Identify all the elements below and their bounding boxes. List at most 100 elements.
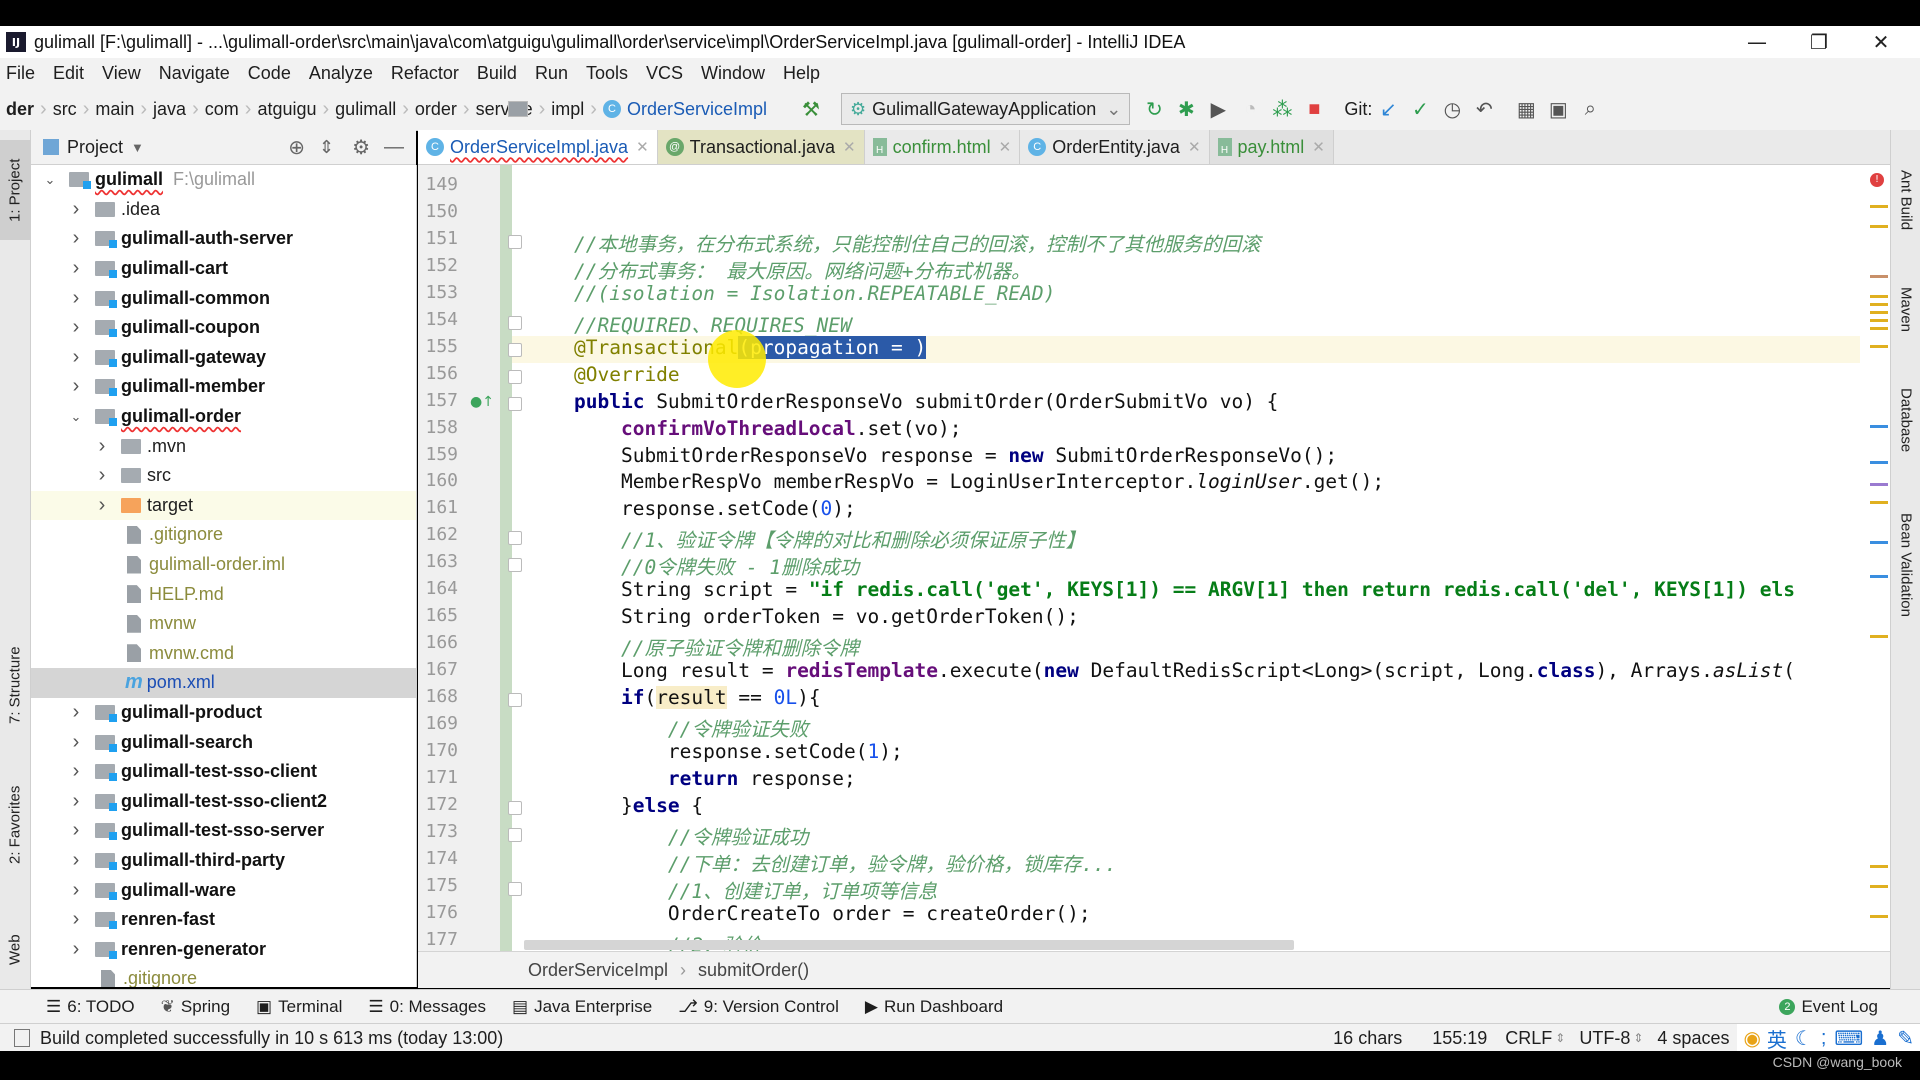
- line-number[interactable]: 151: [418, 228, 458, 249]
- menu-tools[interactable]: Tools: [577, 63, 637, 84]
- nav-crumb-impl[interactable]: impl: [508, 99, 590, 120]
- line-number[interactable]: 165: [418, 605, 458, 626]
- error-stripe-mark[interactable]: [1870, 635, 1888, 638]
- tree-item[interactable]: › gulimall-member: [31, 372, 416, 402]
- code-line[interactable]: String script = "if redis.call('get', KE…: [574, 578, 1795, 601]
- locate-file-icon[interactable]: ⊕: [288, 135, 305, 160]
- error-stripe-mark[interactable]: [1870, 225, 1888, 228]
- code-line[interactable]: MemberRespVo memberRespVo = LoginUserInt…: [574, 470, 1384, 493]
- code-line[interactable]: //0令牌失败 - 1删除成功: [574, 551, 859, 580]
- error-stripe-mark[interactable]: [1870, 865, 1888, 868]
- attach-debugger-icon[interactable]: ⁂: [1266, 97, 1298, 122]
- tree-item[interactable]: › gulimall-search: [31, 727, 416, 757]
- menu-edit[interactable]: Edit: [44, 63, 93, 84]
- fold-marker-icon[interactable]: [508, 234, 522, 249]
- fold-marker-icon[interactable]: [508, 369, 522, 384]
- menu-help[interactable]: Help: [774, 63, 829, 84]
- fold-marker-icon[interactable]: [508, 315, 522, 330]
- code-line[interactable]: Long result = redisTemplate.execute(new …: [574, 659, 1795, 682]
- tree-item[interactable]: m pom.xml: [31, 668, 416, 698]
- tree-item[interactable]: › gulimall-gateway: [31, 343, 416, 373]
- line-number[interactable]: 177: [418, 929, 458, 950]
- code-line[interactable]: confirmVoThreadLocal.set(vo);: [574, 417, 961, 440]
- code-line[interactable]: SubmitOrderResponseVo response = new Sub…: [574, 444, 1337, 467]
- line-number[interactable]: 161: [418, 497, 458, 518]
- terminal-tool-button[interactable]: ▣ Terminal: [256, 997, 342, 1017]
- tab-orderentity-java[interactable]: C OrderEntity.java ✕: [1020, 130, 1210, 164]
- line-number[interactable]: 169: [418, 713, 458, 734]
- tree-item[interactable]: › gulimall-test-sso-client2: [31, 786, 416, 816]
- line-number[interactable]: 166: [418, 632, 458, 653]
- tree-item[interactable]: › gulimall-product: [31, 698, 416, 728]
- line-number[interactable]: 175: [418, 875, 458, 896]
- fold-marker-icon[interactable]: [508, 396, 522, 411]
- code-line[interactable]: }else {: [574, 794, 703, 817]
- git-update-icon[interactable]: ↙: [1372, 97, 1404, 122]
- close-button[interactable]: ✕: [1850, 26, 1912, 58]
- run-configuration-select[interactable]: ⚙ GulimallGatewayApplication ⌄: [841, 93, 1131, 125]
- close-tab-icon[interactable]: ✕: [1188, 138, 1201, 156]
- error-stripe-mark[interactable]: [1870, 885, 1888, 888]
- fold-marker-icon[interactable]: [508, 827, 522, 842]
- tree-item[interactable]: .gitignore: [31, 520, 416, 550]
- breadcrumb-method[interactable]: submitOrder(): [698, 960, 809, 981]
- code-line[interactable]: //下单：去创建订单，验令牌，验价格，锁库存...: [574, 848, 1117, 877]
- tree-item[interactable]: › gulimall-third-party: [31, 846, 416, 876]
- close-tab-icon[interactable]: ✕: [999, 138, 1012, 156]
- code-line[interactable]: return response;: [574, 767, 856, 790]
- line-number[interactable]: 168: [418, 686, 458, 707]
- nav-crumb-java[interactable]: java: [147, 99, 528, 120]
- line-number[interactable]: 172: [418, 794, 458, 815]
- error-stripe-mark[interactable]: [1870, 483, 1888, 486]
- hide-panel-icon[interactable]: —: [384, 136, 404, 159]
- code-line[interactable]: //令牌验证成功: [574, 821, 809, 850]
- nav-crumb-service[interactable]: service: [470, 99, 539, 120]
- line-number[interactable]: 164: [418, 578, 458, 599]
- favorites-tool-tab[interactable]: 2: Favorites: [0, 770, 30, 880]
- error-stripe-mark[interactable]: [1870, 327, 1888, 330]
- line-number[interactable]: 157: [418, 390, 458, 411]
- line-number[interactable]: 150: [418, 201, 458, 222]
- project-structure-icon[interactable]: ▦: [1510, 97, 1542, 122]
- line-number[interactable]: 163: [418, 551, 458, 572]
- chevron-right-icon[interactable]: ›: [69, 198, 83, 221]
- project-view-selector[interactable]: Project: [67, 137, 123, 158]
- menu-build[interactable]: Build: [468, 63, 526, 84]
- chevron-right-icon[interactable]: ›: [69, 346, 83, 369]
- rerun-icon[interactable]: ↻: [1138, 97, 1170, 122]
- tab-orderserviceimpl-java[interactable]: C OrderServiceImpl.java ✕: [418, 130, 658, 164]
- debug-icon[interactable]: ✱: [1170, 97, 1202, 122]
- error-stripe-mark[interactable]: [1870, 461, 1888, 464]
- line-number[interactable]: 149: [418, 174, 458, 195]
- line-number[interactable]: 174: [418, 848, 458, 869]
- nav-crumb-class[interactable]: C OrderServiceImpl: [597, 99, 773, 120]
- line-number[interactable]: 162: [418, 524, 458, 545]
- chevron-down-icon[interactable]: ▼: [131, 140, 144, 155]
- error-stripe-mark[interactable]: [1870, 311, 1888, 314]
- tree-item[interactable]: › gulimall-coupon: [31, 313, 416, 343]
- settings-gear-icon[interactable]: ⚙: [352, 135, 370, 160]
- error-stripe-mark[interactable]: [1870, 501, 1888, 504]
- web-tool-tab[interactable]: Web: [0, 910, 30, 990]
- tree-item[interactable]: › renren-fast: [31, 905, 416, 935]
- error-stripe-mark[interactable]: [1870, 345, 1888, 348]
- git-rollback-icon[interactable]: ↶: [1468, 97, 1500, 122]
- code-line[interactable]: if(result == 0L){: [574, 686, 821, 710]
- line-number[interactable]: 176: [418, 902, 458, 923]
- spring-tool-button[interactable]: ❦ Spring: [161, 997, 230, 1017]
- chevron-right-icon[interactable]: ›: [95, 494, 109, 517]
- git-history-icon[interactable]: ◷: [1436, 97, 1468, 122]
- close-tab-icon[interactable]: ✕: [636, 138, 649, 156]
- fold-marker-icon[interactable]: [508, 881, 522, 896]
- error-indicator-icon[interactable]: !: [1870, 173, 1884, 187]
- error-stripe-mark[interactable]: [1870, 915, 1888, 918]
- fold-marker-icon[interactable]: [508, 800, 522, 815]
- error-stripe-mark[interactable]: [1870, 205, 1888, 208]
- restore-button[interactable]: ❐: [1788, 26, 1850, 58]
- line-number[interactable]: 154: [418, 309, 458, 330]
- chevron-right-icon[interactable]: ›: [69, 257, 83, 280]
- tree-item[interactable]: › gulimall-test-sso-server: [31, 816, 416, 846]
- maven-tool-tab[interactable]: Maven: [1891, 270, 1920, 350]
- code-line[interactable]: //1、验证令牌【令牌的对比和删除必须保证原子性】: [574, 524, 1085, 553]
- chevron-right-icon[interactable]: ›: [69, 849, 83, 872]
